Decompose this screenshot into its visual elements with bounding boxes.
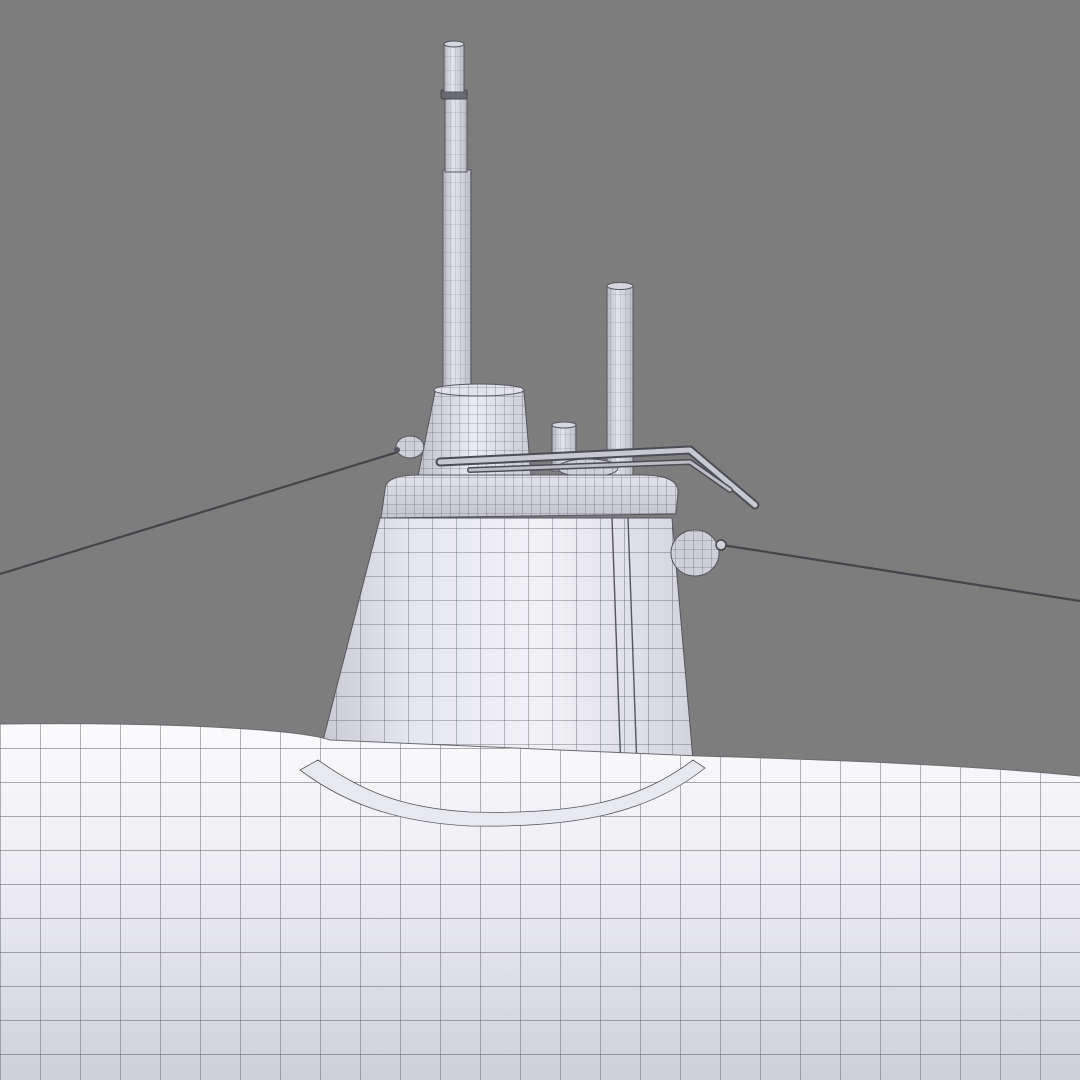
render-viewport [0, 0, 1080, 1080]
tall-periscope-mast [440, 40, 472, 393]
submarine-render [0, 0, 1080, 1080]
sail-cap [380, 474, 679, 519]
short-periscope-mast [606, 282, 634, 477]
